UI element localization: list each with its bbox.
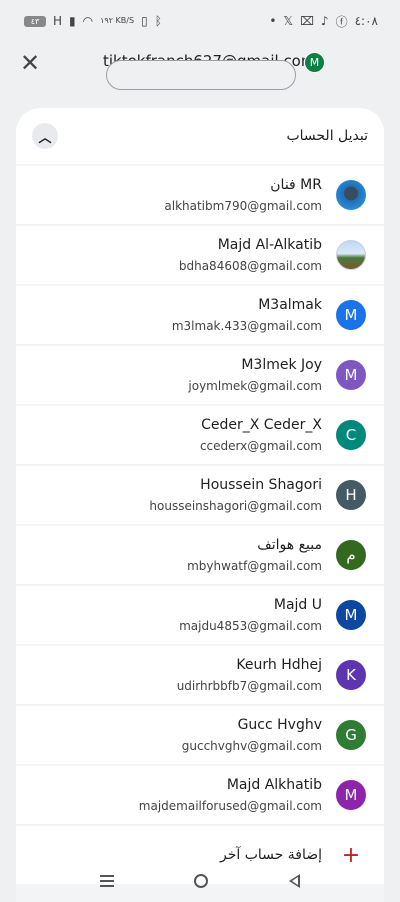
account-email: bdha84608@gmail.com (178, 258, 322, 273)
account-text: Majd Alkhatib majdemailforused@gmail.com (139, 776, 322, 815)
dot-icon: • (269, 14, 277, 28)
account-item[interactable]: Ceder_X Ceder_X ccederx@gmail.com C (16, 406, 384, 464)
account-name: M3lmek Joy (241, 356, 322, 373)
account-avatar: M (336, 600, 366, 630)
status-bar: ٤٣ H ▮ ◠ ١٩٢ KB/S ▯ ᛒ • 𝕏 ⌧ ♪ ⓕ ٤:٠٨ (0, 0, 400, 42)
account-item[interactable]: Houssein Shagori housseinshagori@gmail.co… (16, 466, 384, 524)
signal-icon: ▮ (69, 14, 76, 28)
back-icon[interactable] (288, 874, 300, 888)
menu-icon[interactable] (100, 875, 115, 887)
network-type: H (53, 14, 63, 28)
account-item[interactable]: Gucc Hvghv gucchvghv@gmail.com G (16, 706, 384, 764)
switch-account-header[interactable]: ︿ تبديل الحساب (16, 108, 384, 164)
account-avatar: C (336, 420, 366, 450)
close-icon[interactable]: ✕ (17, 50, 43, 76)
account-avatar: م (336, 540, 366, 570)
account-email: mbyhwatf@gmail.com (187, 558, 322, 573)
account-text: Houssein Shagori housseinshagori@gmail.co… (149, 476, 322, 515)
account-name: M3almak (258, 296, 322, 313)
network-speed: ١٩٢ KB/S (100, 16, 135, 25)
account-text: Keurh Hdhej udirhrbbfb7@gmail.com (177, 656, 322, 695)
switch-account-title: تبديل الحساب (286, 128, 368, 144)
account-name: Keurh Hdhej (236, 656, 322, 673)
account-email: housseinshagori@gmail.com (149, 498, 322, 513)
account-item[interactable]: M3almak m3lmak.433@gmail.com M (16, 286, 384, 344)
account-text: فنان MR alkhatibm790@gmail.com (164, 176, 322, 215)
status-left: ٤٣ H ▮ ◠ ١٩٢ KB/S ▯ ᛒ (24, 14, 162, 28)
facebook-icon: ⓕ (335, 14, 348, 29)
account-name: Ceder_X Ceder_X (201, 416, 322, 433)
battery-icon: ٤٣ (24, 15, 46, 27)
account-email: ccederx@gmail.com (199, 438, 322, 453)
account-item[interactable]: Keurh Hdhej udirhrbbfb7@gmail.com K (16, 646, 384, 704)
battery-level: ٤٣ (30, 16, 40, 26)
account-avatar: G (336, 720, 366, 750)
account-email: udirhrbbfb7@gmail.com (176, 678, 322, 693)
account-avatar (336, 240, 366, 270)
account-avatar: M (336, 300, 366, 330)
navigation-bar (0, 860, 400, 902)
account-text: Majd U majdu4853@gmail.com (179, 596, 322, 635)
manage-account-button[interactable] (106, 60, 296, 90)
account-avatar (336, 180, 366, 210)
account-item[interactable]: Majd U majdu4853@gmail.com M (16, 586, 384, 644)
account-avatar: K (336, 660, 366, 690)
clock: ٤:٠٨ (354, 14, 378, 28)
account-email: majdu4853@gmail.com (179, 618, 322, 633)
wifi-icon: ◠ (82, 14, 94, 28)
account-text: Ceder_X Ceder_X ccederx@gmail.com (200, 416, 322, 455)
x-app-icon: 𝕏 (283, 14, 294, 28)
account-name: مبيع هواتف (257, 536, 322, 553)
account-name: فنان MR (270, 176, 322, 193)
account-text: مبيع هواتف mbyhwatf@gmail.com (187, 536, 322, 575)
chevron-up-icon[interactable]: ︿ (32, 123, 58, 149)
account-text: Gucc Hvghv gucchvghv@gmail.com (182, 716, 322, 755)
account-name: Gucc Hvghv (237, 716, 322, 733)
account-name: Majd Alkhatib (226, 776, 322, 793)
account-email: joymlmek@gmail.com (188, 378, 322, 393)
vibrate-icon: ▯ (141, 14, 148, 28)
account-list: فنان MR alkhatibm790@gmail.com Majd Al-Alk… (16, 166, 384, 824)
tiktok-icon: ♪ (320, 14, 329, 28)
capcut-icon: ⌧ (300, 14, 314, 28)
account-avatar: M (336, 360, 366, 390)
account-item[interactable]: فنان MR alkhatibm790@gmail.com (16, 166, 384, 224)
home-icon[interactable] (194, 874, 209, 888)
account-name: Majd Al-Alkatib (217, 236, 322, 253)
account-item[interactable]: M3lmek Joy joymlmek@gmail.com M (16, 346, 384, 404)
status-right: • 𝕏 ⌧ ♪ ⓕ ٤:٠٨ (269, 13, 378, 30)
account-avatar: M (336, 780, 366, 810)
account-email: alkhatibm790@gmail.com (164, 198, 322, 213)
account-email: gucchvghv@gmail.com (181, 738, 322, 753)
account-text: Majd Al-Alkatib bdha84608@gmail.com (179, 236, 322, 275)
account-item[interactable]: Majd Alkhatib majdemailforused@gmail.com M (16, 766, 384, 824)
account-item[interactable]: مبيع هواتف mbyhwatf@gmail.com م (16, 526, 384, 584)
account-name: Majd U (273, 596, 322, 613)
account-item[interactable]: Majd Al-Alkatib bdha84608@gmail.com (16, 226, 384, 284)
switch-account-panel: ︿ تبديل الحساب فنان MR alkhatibm790@gmail… (16, 108, 384, 902)
account-text: M3lmek Joy joymlmek@gmail.com (188, 356, 322, 395)
current-account-avatar[interactable]: M (304, 52, 325, 73)
bluetooth-icon: ᛒ (154, 14, 162, 28)
account-email: m3lmak.433@gmail.com (171, 318, 322, 333)
account-name: Houssein Shagori (200, 476, 322, 493)
account-email: majdemailforused@gmail.com (138, 798, 322, 813)
account-text: M3almak m3lmak.433@gmail.com (172, 296, 322, 335)
account-avatar: H (336, 480, 366, 510)
